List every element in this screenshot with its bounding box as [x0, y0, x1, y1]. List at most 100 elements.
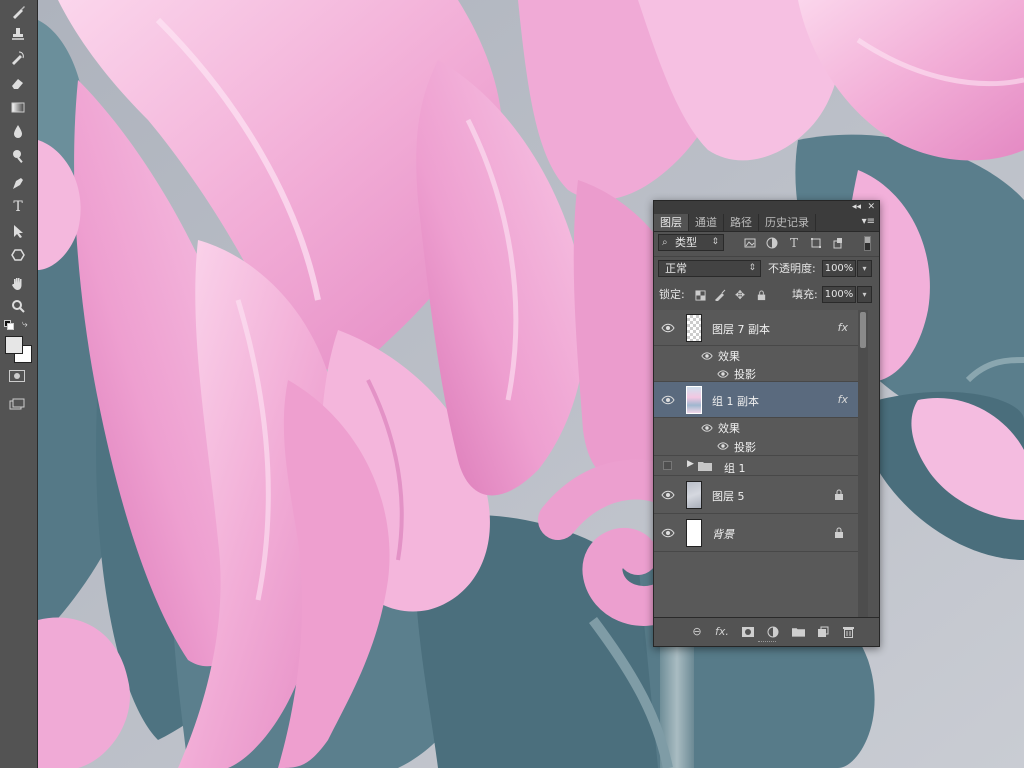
type-filter-icon[interactable]: T — [788, 236, 800, 250]
lock-transparent-icon[interactable] — [694, 289, 706, 301]
lock-all-icon[interactable] — [755, 289, 767, 301]
history-brush-icon — [12, 51, 24, 65]
smart-object-filter-icon[interactable] — [832, 237, 844, 249]
history-brush-tool[interactable] — [7, 48, 29, 68]
blur-tool[interactable] — [7, 121, 29, 141]
blend-mode-select[interactable]: 正常 ⇕ — [658, 260, 761, 277]
drop-shadow-label: 投影 — [734, 368, 756, 381]
tab-layers[interactable]: 图层 — [654, 214, 689, 231]
fill-label: 填充: — [792, 288, 818, 301]
tab-channels[interactable]: 通道 — [689, 214, 724, 231]
tab-history[interactable]: 历史记录 — [759, 214, 816, 231]
link-layers-button[interactable]: ⊖ — [690, 625, 704, 638]
layer-name: 图层 5 — [712, 490, 745, 503]
chevron-updown-icon: ⇕ — [748, 263, 756, 273]
effects-row[interactable]: 效果 — [654, 418, 858, 436]
eye-icon[interactable] — [701, 351, 713, 361]
clone-stamp-tool[interactable] — [7, 24, 29, 44]
eraser-icon — [12, 79, 23, 89]
new-group-button[interactable] — [791, 625, 805, 638]
eye-icon[interactable] — [661, 528, 675, 538]
filter-toggle-switch[interactable] — [864, 236, 871, 251]
layer-row[interactable]: 图层 5 — [654, 476, 858, 514]
pixel-filter-icon[interactable] — [744, 237, 756, 249]
layer-row-group[interactable]: ▶ 组 1 — [654, 456, 858, 476]
fx-icon: fx. — [715, 625, 729, 638]
fx-indicator[interactable]: fx — [838, 393, 848, 406]
screen-mode-icon — [9, 398, 25, 410]
mask-icon — [742, 626, 754, 637]
brush-tool[interactable] — [7, 2, 29, 22]
eye-icon[interactable] — [717, 441, 729, 451]
eye-icon[interactable] — [717, 369, 729, 379]
hand-tool[interactable] — [7, 273, 29, 293]
fill-input[interactable]: 100% — [822, 286, 856, 303]
filter-kind-label: 类型 — [675, 236, 697, 249]
shape-filter-icon[interactable] — [810, 237, 822, 249]
new-layer-button[interactable] — [816, 625, 830, 638]
layer-row[interactable]: 背景 — [654, 514, 858, 552]
layer-name: 图层 7 副本 — [712, 323, 770, 336]
new-adjustment-button[interactable] — [766, 625, 780, 638]
delete-layer-button[interactable] — [841, 625, 855, 638]
panel-title-bar[interactable]: ◂◂ ✕ — [654, 201, 879, 214]
shape-tool[interactable] — [7, 245, 29, 265]
lock-pixels-icon[interactable] — [714, 289, 726, 301]
add-style-button[interactable]: fx. — [715, 625, 729, 638]
gradient-tool[interactable] — [7, 97, 29, 117]
layers-panel: ◂◂ ✕ 图层 通道 路径 历史记录 ▾≡ ⌕ 类型 ⇕ T 正常 ⇕ 不透明度… — [653, 200, 880, 647]
opacity-dropdown-button[interactable]: ▾ — [857, 260, 872, 277]
effects-row[interactable]: 效果 — [654, 346, 858, 364]
folder-icon — [698, 462, 712, 471]
adjustment-icon — [767, 626, 779, 637]
swap-colors-icon[interactable]: ⤷ — [22, 319, 28, 330]
filter-kind-select[interactable]: ⌕ 类型 ⇕ — [658, 234, 724, 251]
dodge-tool[interactable] — [7, 146, 29, 166]
type-tool[interactable]: T — [7, 197, 29, 217]
opacity-input[interactable]: 100% — [822, 260, 856, 277]
layer-name: 组 1 — [724, 462, 746, 475]
drop-shadow-row[interactable]: 投影 — [654, 436, 858, 456]
scrollbar-thumb[interactable] — [860, 312, 866, 348]
layer-thumbnail — [686, 481, 702, 509]
quick-mask-button[interactable] — [9, 370, 25, 382]
eye-icon[interactable] — [661, 490, 675, 500]
pen-tool[interactable] — [7, 173, 29, 193]
collapse-panel-icon[interactable]: ◂◂ — [852, 201, 861, 214]
eye-icon[interactable] — [701, 423, 713, 433]
panel-menu-icon[interactable]: ▾≡ — [862, 216, 875, 227]
layers-scrollbar[interactable] — [858, 310, 868, 618]
drop-shadow-label: 投影 — [734, 441, 756, 454]
chevron-down-icon: ▾ — [862, 290, 867, 299]
path-selection-tool[interactable] — [7, 221, 29, 241]
blend-mode-label: 正常 — [665, 262, 687, 275]
expand-triangle-icon[interactable]: ▶ — [687, 459, 694, 469]
add-mask-button[interactable] — [741, 625, 755, 638]
fill-dropdown-button[interactable]: ▾ — [857, 286, 872, 303]
type-icon: T — [13, 199, 23, 215]
visibility-off-box[interactable] — [663, 461, 672, 470]
hexagon-icon — [11, 249, 25, 261]
effects-label: 效果 — [718, 350, 740, 363]
layer-row[interactable]: 图层 7 副本 fx — [654, 310, 858, 346]
lock-position-icon[interactable]: ✥ — [734, 288, 746, 302]
drop-shadow-row[interactable]: 投影 — [654, 364, 858, 382]
eye-icon[interactable] — [661, 323, 675, 333]
gradient-icon — [11, 102, 25, 113]
layer-name: 背景 — [712, 528, 734, 541]
fx-indicator[interactable]: fx — [838, 321, 848, 334]
eye-icon[interactable] — [661, 395, 675, 405]
foreground-color-swatch[interactable] — [5, 336, 23, 354]
hand-icon — [12, 278, 22, 290]
tab-paths[interactable]: 路径 — [724, 214, 759, 231]
eraser-tool[interactable] — [7, 73, 29, 93]
close-panel-icon[interactable]: ✕ — [867, 201, 875, 214]
layer-row-selected[interactable]: 组 1 副本 fx — [654, 382, 858, 418]
zoom-tool[interactable] — [7, 296, 29, 316]
folder-icon — [791, 627, 805, 637]
effects-label: 效果 — [718, 422, 740, 435]
resize-grip-icon[interactable] — [758, 641, 776, 645]
default-colors-icon[interactable] — [4, 320, 14, 330]
screen-mode-button[interactable] — [9, 395, 25, 410]
adjustment-filter-icon[interactable] — [766, 237, 778, 249]
